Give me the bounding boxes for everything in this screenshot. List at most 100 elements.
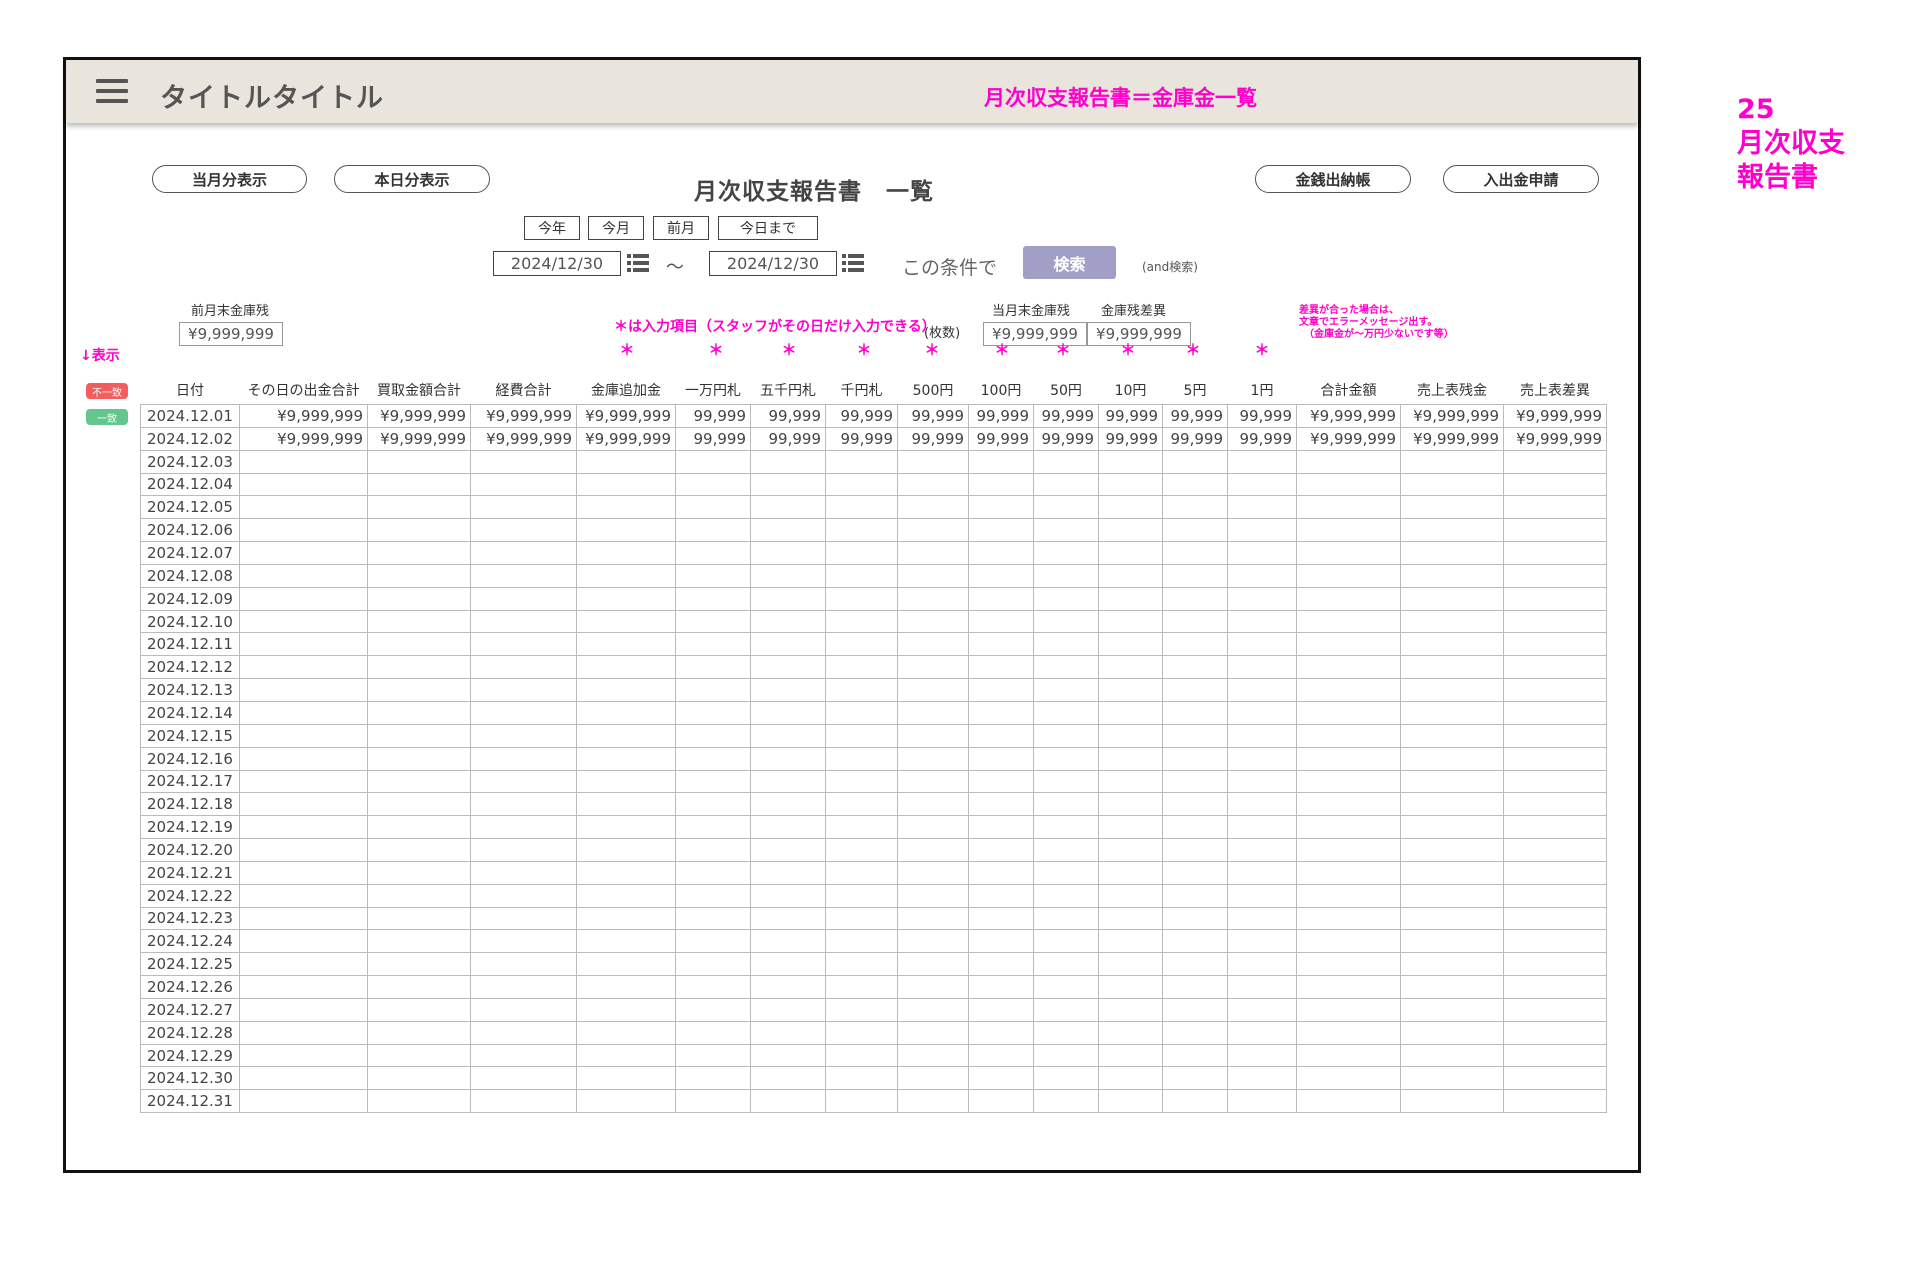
table-row[interactable]: 2024.12.12 [140,655,1607,680]
table-cell [750,792,826,817]
input-mark: ＊ [1185,341,1201,359]
table-cell [1162,838,1228,862]
date-cell: 2024.12.23 [140,906,240,931]
table-cell [897,883,969,908]
table-row[interactable]: 2024.12.11 [140,632,1607,657]
table-cell [1033,586,1099,611]
table-cell [675,655,751,680]
table-row[interactable]: 2024.12.13 [140,678,1607,702]
table-row[interactable]: 2024.12.03 [140,449,1607,474]
table-row[interactable]: 2024.12.01 ¥9,999,999 ¥9,999,999 ¥9,999,999… [140,404,1607,428]
table-row[interactable]: 2024.12.31 [140,1089,1607,1114]
month-view-button[interactable]: 当月分表示 [152,165,307,193]
table-cell [825,769,898,794]
table-cell [750,883,826,908]
quick-this-month-button[interactable]: 今月 [588,216,644,240]
table-row[interactable]: 2024.12.25 [140,952,1607,977]
table-cell [1098,952,1163,977]
date-cell: 2024.12.24 [140,929,240,954]
table-cell [1296,769,1401,794]
date-cell: 2024.12.30 [140,1066,240,1091]
table-cell [576,997,676,1022]
table-row[interactable]: 2024.12.09 [140,586,1607,611]
table-cell: 99,999 [897,426,969,451]
table-cell [470,860,577,885]
table-cell [897,975,969,999]
column-header: 経費合計 [495,383,552,399]
date-from-list-icon[interactable] [627,254,649,272]
table-cell [367,678,471,702]
table-cell [1033,563,1099,588]
table-row[interactable]: 2024.12.27 [140,997,1607,1022]
table-row[interactable]: 2024.12.23 [140,906,1607,931]
table-row[interactable]: 2024.12.04 [140,472,1607,497]
table-cell [367,838,471,862]
quick-until-today-button[interactable]: 今日まで [718,216,818,240]
table-row[interactable]: 2024.12.05 [140,495,1607,520]
page-title: 月次収支報告書 一覧 [694,179,934,205]
table-row[interactable]: 2024.12.30 [140,1066,1607,1091]
table-cell [1162,1089,1228,1114]
table-row[interactable]: 2024.12.16 [140,746,1607,771]
table-cell [1503,449,1607,474]
date-to-list-icon[interactable] [842,254,864,272]
table-row[interactable]: 2024.12.19 [140,815,1607,840]
table-cell [1296,586,1401,611]
cash-ledger-button[interactable]: 金銭出納帳 [1255,165,1411,193]
table-cell: ¥9,999,999 [367,426,471,451]
deposit-request-button[interactable]: 入出金申請 [1443,165,1599,193]
table-cell: 99,999 [675,426,751,451]
table-cell [968,632,1034,657]
table-row[interactable]: 2024.12.21 [140,860,1607,885]
hamburger-menu-icon[interactable] [96,79,128,103]
table-row[interactable]: 2024.12.29 [140,1043,1607,1068]
table-cell [1098,586,1163,611]
date-cell: 2024.12.15 [140,723,240,748]
table-cell [1162,586,1228,611]
table-row[interactable]: 2024.12.26 [140,975,1607,999]
table-cell [367,586,471,611]
table-cell [1098,746,1163,771]
table-row[interactable]: 2024.12.20 [140,838,1607,862]
table-cell [239,929,368,954]
table-row[interactable]: 2024.12.15 [140,723,1607,748]
table-cell [750,563,826,588]
search-button[interactable]: 検索 [1023,246,1116,279]
table-cell [750,1066,826,1091]
table-cell [1400,952,1504,977]
table-cell [968,792,1034,817]
table-cell [239,1066,368,1091]
table-cell [1033,541,1099,565]
table-row[interactable]: 2024.12.06 [140,518,1607,543]
table-row[interactable]: 2024.12.08 [140,563,1607,588]
side-annotation: 25 月次収支 報告書 [1737,93,1845,195]
table-row[interactable]: 2024.12.07 [140,541,1607,565]
table-row[interactable]: 2024.12.24 [140,929,1607,954]
today-view-button[interactable]: 本日分表示 [334,165,490,193]
table-cell [367,449,471,474]
table-header-row: 日付 その日の出金合計 買取金額合計 経費合計 金庫追加金 一万円札 五千円札 千円札 500円… [141,376,1607,405]
quick-this-year-button[interactable]: 今年 [524,216,580,240]
table-cell [825,883,898,908]
table-row[interactable]: 2024.12.14 [140,700,1607,725]
table-cell [470,495,577,520]
table-cell [825,586,898,611]
table-cell [367,472,471,497]
date-from-input[interactable] [493,251,621,276]
table-row[interactable]: 2024.12.10 [140,609,1607,634]
table-row[interactable]: 2024.12.22 [140,883,1607,908]
table-row[interactable]: 2024.12.02 ¥9,999,999 ¥9,999,999 ¥9,999,999… [140,426,1607,451]
table-row[interactable]: 2024.12.28 [140,1020,1607,1045]
table-cell [1227,541,1297,565]
date-to-input[interactable] [709,251,837,276]
quick-last-month-button[interactable]: 前月 [653,216,709,240]
table-cell [1227,609,1297,634]
table-cell [825,838,898,862]
table-row[interactable]: 2024.12.17 [140,769,1607,794]
table-row[interactable]: 2024.12.18 [140,792,1607,817]
table-cell [1162,815,1228,840]
table-cell [897,678,969,702]
table-cell [1227,838,1297,862]
table-cell [1503,860,1607,885]
table-cell [1162,518,1228,543]
